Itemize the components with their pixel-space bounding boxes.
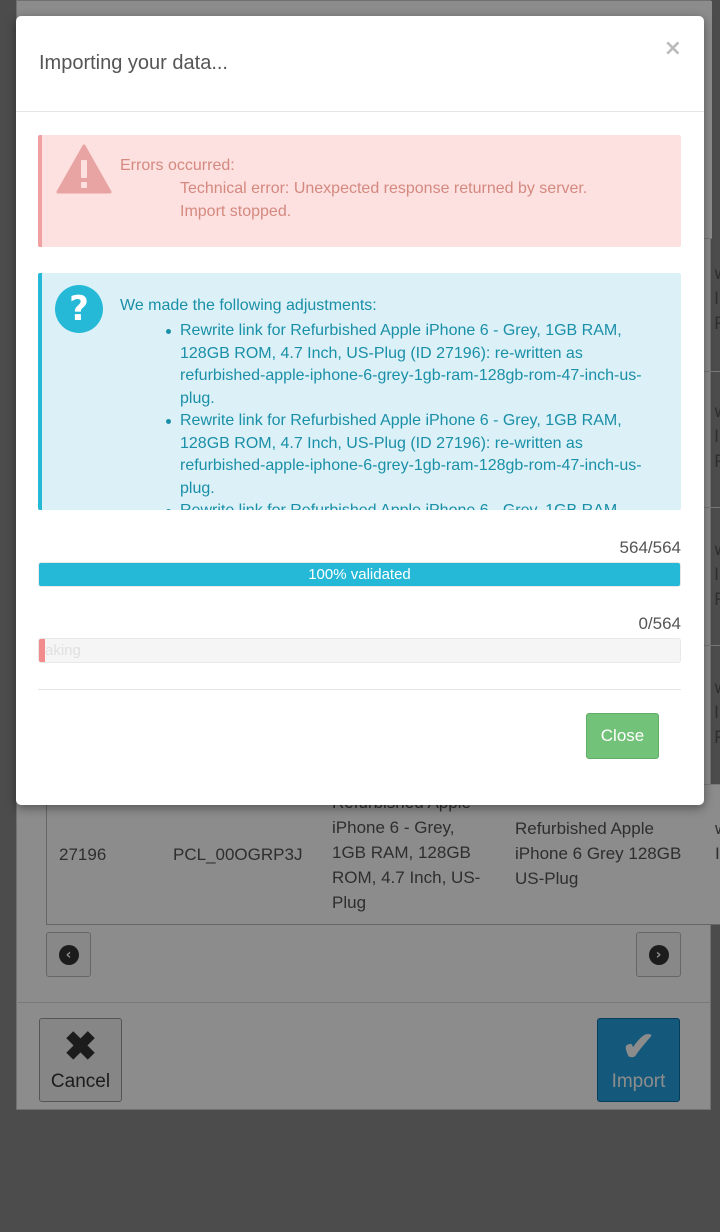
import-progress-modal: Importing your data... × Errors occurred… (16, 16, 704, 805)
import-progress-bar: aking (38, 638, 681, 663)
list-item: Rewrite link for Refurbished Apple iPhon… (166, 320, 670, 410)
adjustments-alert[interactable]: ? We made the following adjustments: Rew… (38, 273, 681, 510)
error-alert: Errors occurred: Technical error: Unexpe… (38, 135, 681, 247)
modal-title: Importing your data... (39, 52, 228, 74)
adjustments-heading: We made the following adjustments: (120, 297, 377, 314)
modal-close-button[interactable]: × (664, 36, 682, 61)
error-message: Import stopped. (180, 203, 292, 220)
validation-progress-bar: 100% validated (38, 562, 681, 587)
import-count: 0/564 (638, 614, 681, 633)
error-message: Technical error: Unexpected response ret… (180, 180, 588, 197)
list-item: Rewrite link for Refurbished Apple iPhon… (166, 500, 670, 510)
footer-divider (38, 689, 681, 690)
list-item: Rewrite link for Refurbished Apple iPhon… (166, 410, 670, 500)
import-progress-label: aking (45, 642, 81, 659)
warning-icon (56, 144, 112, 194)
adjustments-list: Rewrite link for Refurbished Apple iPhon… (166, 320, 670, 510)
modal-header: Importing your data... × (16, 16, 704, 112)
close-button[interactable]: Close (586, 713, 659, 759)
validation-progress-label: 100% validated (308, 566, 411, 583)
question-icon: ? (55, 285, 103, 333)
validation-count: 564/564 (619, 538, 681, 557)
error-heading: Errors occurred: (120, 157, 235, 174)
